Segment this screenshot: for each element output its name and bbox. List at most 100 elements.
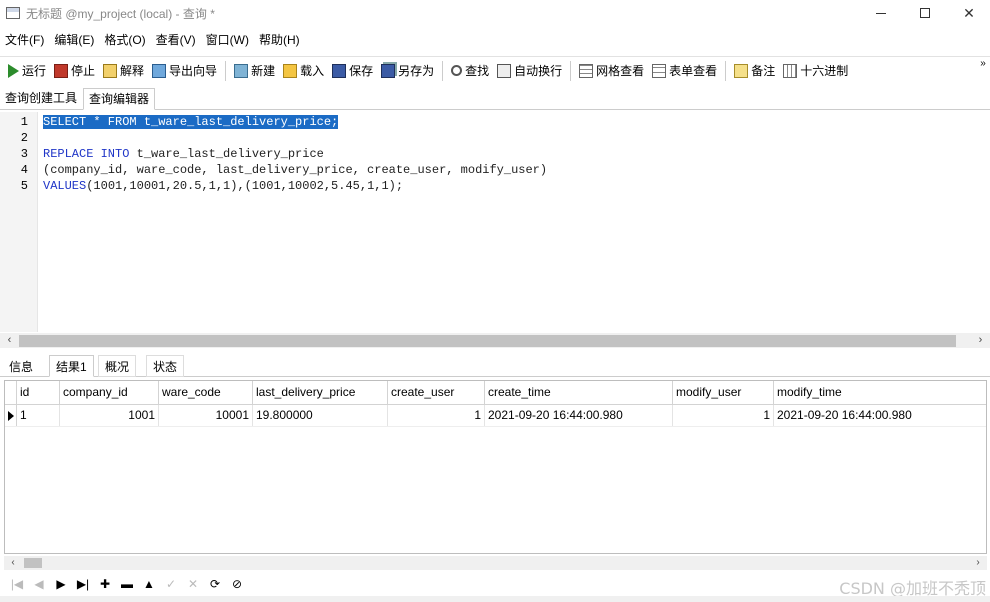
scrollbar-thumb[interactable]: [19, 335, 956, 347]
new-button[interactable]: 新建: [230, 59, 279, 83]
run-button[interactable]: 运行: [4, 59, 50, 83]
apply-changes-button[interactable]: ✓: [160, 575, 182, 593]
column-header[interactable]: company_id: [60, 381, 159, 404]
toolbar: 运行 停止 解释 导出向导 新建 载入 保存 另存为 查找 自动换行 网格查看 …: [0, 56, 990, 84]
grid-view-label: 网格查看: [596, 64, 645, 78]
search-icon: [451, 65, 463, 76]
toolbar-overflow-button[interactable]: »: [976, 57, 990, 85]
table-cell[interactable]: 1: [673, 405, 774, 426]
toolbar-separator: [442, 60, 444, 81]
column-header[interactable]: id: [17, 381, 60, 404]
stop-query-button[interactable]: ⊘: [226, 575, 248, 593]
selected-sql-text: SELECT * FROM t_ware_last_delivery_price…: [43, 115, 339, 129]
menu-edit[interactable]: 编辑(E): [49, 30, 99, 50]
refresh-button[interactable]: ⟳: [204, 575, 226, 593]
save-as-button[interactable]: 另存为: [377, 59, 438, 83]
table-cell[interactable]: 1: [388, 405, 485, 426]
scroll-right-icon[interactable]: ›: [973, 333, 988, 348]
delete-record-button[interactable]: ▬: [116, 575, 138, 593]
column-header[interactable]: modify_user: [673, 381, 774, 404]
save-as-label: 另存为: [398, 64, 435, 78]
table-cell[interactable]: 1: [17, 405, 60, 426]
table-cell[interactable]: 10001: [159, 405, 253, 426]
save-button[interactable]: 保存: [328, 59, 377, 83]
row-indicator-column: [5, 381, 17, 404]
column-header[interactable]: last_delivery_price: [253, 381, 388, 404]
column-header[interactable]: modify_time: [774, 381, 986, 404]
hex-button[interactable]: 十六进制: [779, 59, 852, 83]
load-button[interactable]: 载入: [279, 59, 328, 83]
sql-text: t_ware_last_delivery_price: [129, 147, 324, 161]
column-header[interactable]: create_time: [485, 381, 673, 404]
last-record-button[interactable]: ▶|: [72, 575, 94, 593]
current-row-icon: [8, 411, 14, 421]
sql-keyword: REPLACE INTO: [43, 147, 130, 161]
query-tab-bar: 查询创建工具 查询编辑器: [0, 86, 990, 110]
scroll-left-icon[interactable]: ‹: [2, 333, 17, 348]
add-record-button[interactable]: ✚: [94, 575, 116, 593]
menu-format[interactable]: 格式(O): [99, 30, 150, 50]
grid-view-button[interactable]: 网格查看: [575, 59, 648, 83]
menu-help[interactable]: 帮助(H): [254, 30, 305, 50]
tab-query-editor[interactable]: 查询编辑器: [83, 88, 156, 110]
word-wrap-label: 自动换行: [514, 64, 563, 78]
table-cell[interactable]: 19.800000: [253, 405, 388, 426]
form-icon: [652, 63, 667, 78]
note-button[interactable]: 备注: [730, 59, 779, 83]
next-record-button[interactable]: ▶: [50, 575, 72, 593]
result-grid[interactable]: id company_id ware_code last_delivery_pr…: [4, 380, 987, 554]
table-cell[interactable]: 2021-09-20 16:44:00.980: [774, 405, 986, 426]
menu-file[interactable]: 文件(F): [0, 30, 49, 50]
toolbar-separator: [570, 60, 572, 81]
toolbar-separator: [225, 60, 227, 81]
sql-keyword: VALUES: [43, 179, 87, 193]
grid-horizontal-scrollbar[interactable]: ‹ ›: [4, 556, 987, 570]
maximize-button[interactable]: [902, 0, 948, 26]
menu-window[interactable]: 窗口(W): [201, 30, 254, 50]
app-icon: [6, 7, 20, 19]
table-cell[interactable]: 1001: [60, 405, 159, 426]
stop-icon: [54, 63, 69, 78]
minimize-button[interactable]: [858, 0, 904, 26]
scroll-right-icon[interactable]: ›: [971, 556, 985, 570]
line-number: 5: [20, 179, 28, 193]
hex-label: 十六进制: [800, 64, 849, 78]
previous-record-button[interactable]: ◀: [28, 575, 50, 593]
tab-query-builder[interactable]: 查询创建工具: [0, 88, 82, 110]
scroll-left-icon[interactable]: ‹: [6, 556, 20, 570]
code-line-3: REPLACE INTO t_ware_last_delivery_price: [43, 146, 324, 162]
tab-info[interactable]: 信息: [2, 355, 40, 377]
menu-view[interactable]: 查看(V): [151, 30, 201, 50]
export-wizard-button[interactable]: 导出向导: [148, 59, 221, 83]
first-record-button[interactable]: |◀: [6, 575, 28, 593]
tab-status[interactable]: 状态: [146, 355, 185, 377]
stop-button[interactable]: 停止: [50, 59, 99, 83]
discard-changes-button[interactable]: ✕: [182, 575, 204, 593]
export-wizard-label: 导出向导: [169, 64, 218, 78]
close-button[interactable]: ✕: [946, 0, 990, 26]
word-wrap-button[interactable]: 自动换行: [493, 59, 566, 83]
note-icon: [734, 63, 749, 78]
hex-icon: [783, 63, 798, 78]
column-header[interactable]: create_user: [388, 381, 485, 404]
grid-icon: [579, 63, 594, 78]
line-number: 2: [20, 131, 28, 145]
scrollbar-thumb[interactable]: [24, 558, 42, 568]
table-cell[interactable]: 2021-09-20 16:44:00.980: [485, 405, 673, 426]
editor-horizontal-scrollbar[interactable]: ‹ ›: [0, 333, 990, 348]
find-label: 查找: [465, 64, 490, 78]
tab-result-1[interactable]: 结果1: [49, 355, 94, 377]
explain-icon: [103, 63, 118, 78]
close-icon: ✕: [963, 4, 975, 21]
table-row[interactable]: 1 1001 10001 19.800000 1 2021-09-20 16:4…: [5, 405, 986, 427]
find-button[interactable]: 查找: [447, 59, 493, 83]
tab-profile[interactable]: 概况: [98, 355, 137, 377]
menu-bar: 文件(F) 编辑(E) 格式(O) 查看(V) 窗口(W) 帮助(H): [0, 30, 305, 50]
explain-button[interactable]: 解释: [99, 59, 148, 83]
column-header[interactable]: ware_code: [159, 381, 253, 404]
result-tab-bar: 信息 结果1 概况 状态: [0, 353, 990, 377]
sql-editor[interactable]: 1 2 3 4 5 SELECT * FROM t_ware_last_deli…: [0, 112, 990, 332]
move-up-button[interactable]: ▲: [138, 575, 160, 593]
form-view-button[interactable]: 表单查看: [648, 59, 721, 83]
run-label: 运行: [22, 64, 47, 78]
